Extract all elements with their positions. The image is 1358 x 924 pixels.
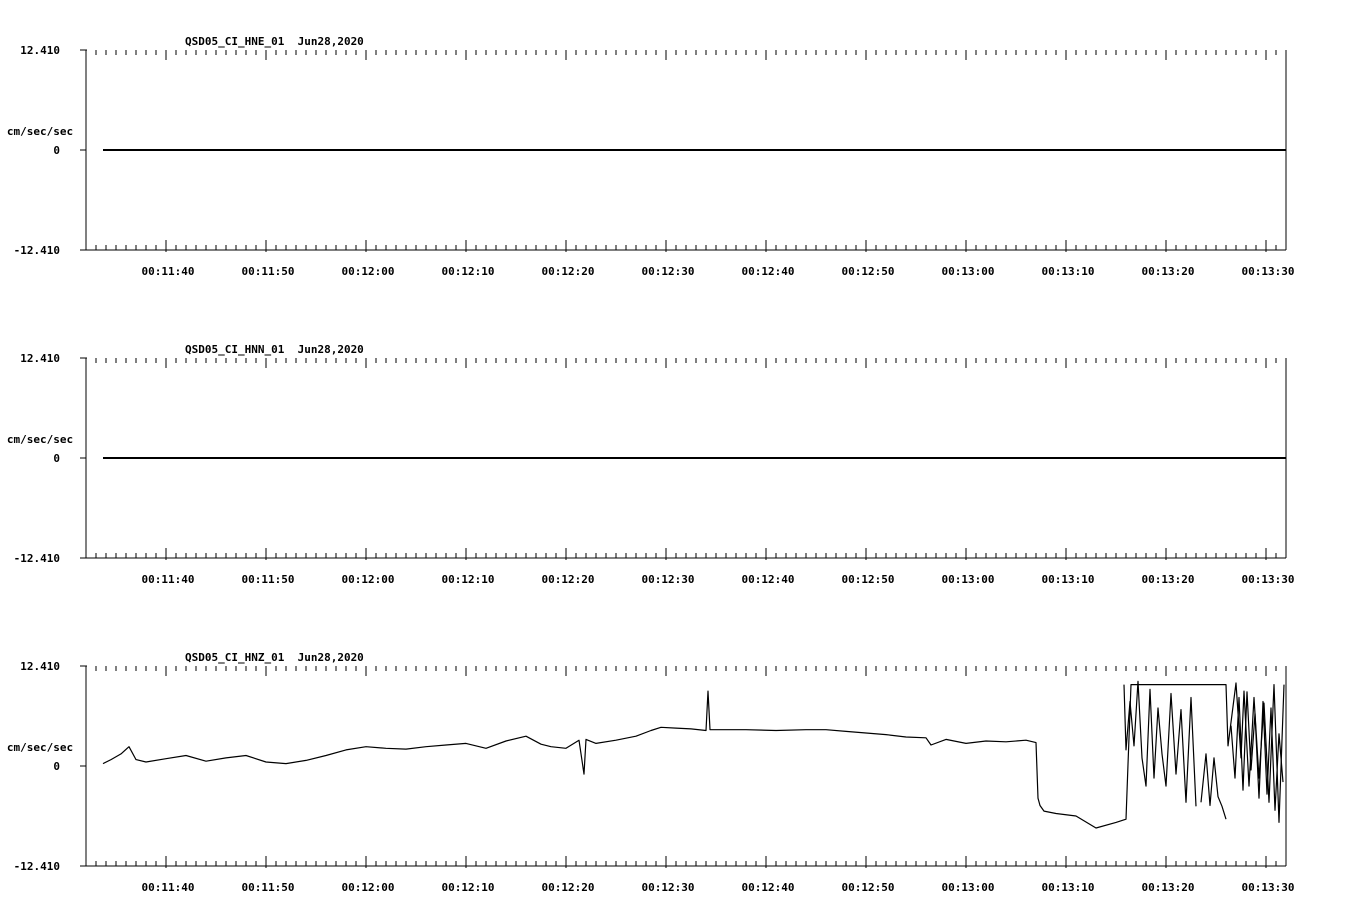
x-tick-label: 00:13:10 (1042, 573, 1095, 586)
x-tick-label: 00:13:00 (942, 265, 995, 278)
x-tick-label: 00:13:20 (1142, 265, 1195, 278)
y-axis-label: cm/sec/sec (7, 741, 73, 754)
x-tick-label: 00:12:10 (442, 265, 495, 278)
x-tick-label: 00:12:20 (542, 881, 595, 894)
x-tick-label: 00:11:40 (142, 881, 195, 894)
series-line-4 (1123, 680, 1197, 807)
x-tick-label: 00:12:30 (642, 881, 695, 894)
chart-panel-1: 00:11:40 00:11:50 00:12:00 00:12:10 00:12:20… (7, 35, 1295, 278)
x-tick-label: 00:12:50 (842, 881, 895, 894)
x-tick-label: 00:12:00 (342, 881, 395, 894)
series-line-1 (102, 682, 1285, 829)
y-tick-label: -12.410 (14, 552, 60, 565)
x-tick-label: 00:13:00 (942, 881, 995, 894)
x-tick-label: 00:12:30 (642, 573, 695, 586)
x-tick-label: 00:13:10 (1042, 881, 1095, 894)
x-tick-label: 00:13:30 (1242, 265, 1295, 278)
y-tick-label: -12.410 (14, 860, 60, 873)
y-tick-label: 12.410 (20, 352, 60, 365)
chart-title: QSD05_CI_HNE_01 Jun28,2020 (185, 35, 364, 48)
y-tick-label: -12.410 (14, 244, 60, 257)
chart-title: QSD05_CI_HNZ_01 Jun28,2020 (185, 651, 364, 664)
x-tick-label: 00:11:50 (242, 265, 295, 278)
x-tick-label: 00:13:20 (1142, 881, 1195, 894)
x-tick-label: 00:12:20 (542, 265, 595, 278)
chart-title: QSD05_CI_HNN_01 Jun28,2020 (185, 343, 364, 356)
x-tick-label: 00:11:40 (142, 573, 195, 586)
x-tick-label: 00:12:50 (842, 573, 895, 586)
seismogram-figure: 00:11:40 00:11:50 00:12:00 00:12:10 00:12:20… (7, 35, 1295, 894)
x-tick-label: 00:13:20 (1142, 573, 1195, 586)
x-tick-label: 00:12:20 (542, 573, 595, 586)
x-tick-label: 00:11:50 (242, 881, 295, 894)
x-tick-label: 00:12:40 (742, 881, 795, 894)
x-tick-label: 00:12:00 (342, 573, 395, 586)
x-tick-label: 00:12:50 (842, 265, 895, 278)
x-tick-label: 00:12:30 (642, 265, 695, 278)
x-tick-label: 00:13:00 (942, 573, 995, 586)
x-tick-label: 00:13:30 (1242, 881, 1295, 894)
y-tick-label: 0 (53, 760, 60, 773)
chart-panel-2: 00:11:40 00:11:50 00:12:00 00:12:10 00:12:20… (7, 343, 1295, 586)
x-tick-label: 00:12:40 (742, 265, 795, 278)
y-tick-label: 12.410 (20, 44, 60, 57)
x-tick-label: 00:12:00 (342, 265, 395, 278)
x-tick-label: 00:11:40 (142, 265, 195, 278)
x-tick-label: 00:12:40 (742, 573, 795, 586)
x-tick-label: 00:11:50 (242, 573, 295, 586)
series-line-3 (1200, 753, 1227, 820)
x-tick-label: 00:13:30 (1242, 573, 1295, 586)
y-tick-label: 0 (53, 452, 60, 465)
x-tick-label: 00:13:10 (1042, 265, 1095, 278)
chart-panel-3: 00:11:40 00:11:50 00:12:00 00:12:10 00:12:20… (7, 651, 1295, 894)
x-tick-label: 00:12:10 (442, 881, 495, 894)
x-tick-label: 00:12:10 (442, 573, 495, 586)
y-tick-label: 12.410 (20, 660, 60, 673)
y-axis-label: cm/sec/sec (7, 125, 73, 138)
y-axis-label: cm/sec/sec (7, 433, 73, 446)
y-tick-label: 0 (53, 144, 60, 157)
